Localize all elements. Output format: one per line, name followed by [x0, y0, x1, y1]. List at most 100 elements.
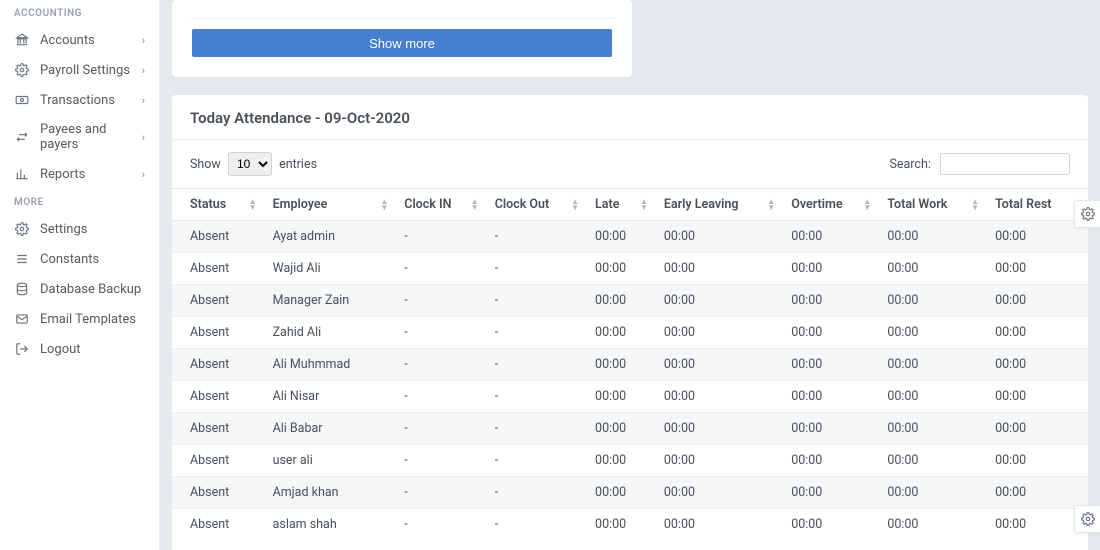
table-cell: 00:00	[654, 445, 781, 477]
table-cell: 00:00	[985, 509, 1088, 541]
table-cell: aslam shah	[263, 509, 395, 541]
sidebar-item-label: Settings	[40, 222, 87, 237]
sidebar-item-settings[interactable]: Settings	[0, 214, 159, 244]
table-row: Absentuser ali--00:0000:0000:0000:0000:0…	[172, 445, 1088, 477]
column-header[interactable]: Total Work▲▼	[877, 189, 985, 221]
table-cell: 00:00	[781, 285, 877, 317]
table-cell: 00:00	[654, 221, 781, 253]
mail-icon	[14, 311, 30, 327]
table-cell: 00:00	[781, 413, 877, 445]
column-header[interactable]: Early Leaving ▲▼	[654, 189, 781, 221]
table-cell: 00:00	[585, 253, 654, 285]
table-cell: 00:00	[585, 477, 654, 509]
sidebar-item-label: Database Backup	[40, 282, 141, 297]
column-header[interactable]: Status▲▼	[172, 189, 263, 221]
gear-icon	[14, 62, 30, 78]
table-cell: -	[485, 349, 585, 381]
sidebar-item-reports[interactable]: Reports ›	[0, 159, 159, 189]
table-cell: 00:00	[877, 413, 985, 445]
column-label: Employee	[273, 197, 328, 212]
sidebar-item-label: Payees and payers	[40, 122, 132, 152]
length-suffix: entries	[279, 157, 317, 172]
sidebar-item-database-backup[interactable]: Database Backup	[0, 274, 159, 304]
sidebar-item-email-templates[interactable]: Email Templates	[0, 304, 159, 334]
entries-select[interactable]: 10	[228, 152, 272, 176]
column-label: Late	[595, 197, 619, 212]
table-cell: 00:00	[654, 413, 781, 445]
column-header[interactable]: Clock Out▲▼	[485, 189, 585, 221]
sidebar-item-accounts[interactable]: Accounts ›	[0, 25, 159, 55]
show-more-button[interactable]: Show more	[192, 29, 612, 57]
table-cell: Absent	[172, 413, 263, 445]
table-cell: 00:00	[877, 445, 985, 477]
sidebar-section-more: MORE	[0, 195, 159, 214]
table-cell: -	[394, 445, 484, 477]
table-cell: 00:00	[654, 317, 781, 349]
table-cell: -	[394, 509, 484, 541]
table-cell: 00:00	[781, 381, 877, 413]
sort-icon: ▲▼	[767, 199, 775, 211]
table-cell: -	[485, 445, 585, 477]
table-cell: 00:00	[585, 317, 654, 349]
sidebar-item-payroll-settings[interactable]: Payroll Settings›	[0, 55, 159, 85]
table-row: AbsentAli Muhmmad--00:0000:0000:0000:000…	[172, 349, 1088, 381]
table-cell: 00:00	[781, 317, 877, 349]
table-cell: Absent	[172, 253, 263, 285]
sort-icon: ▲▼	[863, 199, 871, 211]
table-cell: -	[394, 477, 484, 509]
table-cell: -	[485, 413, 585, 445]
table-cell: 00:00	[877, 221, 985, 253]
table-cell: 00:00	[877, 253, 985, 285]
database-icon	[14, 281, 30, 297]
table-cell: -	[394, 349, 484, 381]
search-input[interactable]	[940, 153, 1070, 175]
sort-icon: ▲▼	[471, 199, 479, 211]
sort-icon: ▲▼	[640, 199, 648, 211]
table-row: AbsentZahid Ali--00:0000:0000:0000:0000:…	[172, 317, 1088, 349]
sidebar-item-label: Transactions	[40, 93, 115, 108]
settings-gear-button-1[interactable]	[1074, 200, 1100, 228]
table-cell: -	[485, 477, 585, 509]
table-cell: -	[485, 509, 585, 541]
main-content: Show more Today Attendance - 09-Oct-2020…	[160, 0, 1100, 550]
column-header[interactable]: Overtime▲▼	[781, 189, 877, 221]
table-cell: 00:00	[585, 413, 654, 445]
top-card: Show more	[172, 0, 632, 77]
column-header[interactable]: Late ▲▼	[585, 189, 654, 221]
chevron-right-icon: ›	[142, 34, 145, 47]
table-cell: 00:00	[654, 509, 781, 541]
chevron-right-icon: ›	[142, 168, 145, 181]
column-label: Clock Out	[495, 197, 550, 212]
gear-icon	[14, 221, 30, 237]
table-cell: Manager Zain	[263, 285, 395, 317]
table-cell: 00:00	[877, 381, 985, 413]
bank-icon	[14, 32, 30, 48]
sidebar-item-transactions[interactable]: Transactions›	[0, 85, 159, 115]
table-cell: 00:00	[781, 221, 877, 253]
sidebar-item-logout[interactable]: Logout	[0, 334, 159, 364]
bar-chart-icon	[14, 166, 30, 182]
table-cell: 00:00	[985, 221, 1088, 253]
column-header[interactable]: Employee▲▼	[263, 189, 395, 221]
table-cell: 00:00	[585, 381, 654, 413]
column-label: Early Leaving	[664, 197, 739, 212]
table-cell: -	[485, 285, 585, 317]
table-cell: Absent	[172, 477, 263, 509]
sidebar-item-label: Reports	[40, 167, 85, 182]
sidebar-item-payees-and-payers[interactable]: Payees and payers›	[0, 115, 159, 159]
table-cell: Absent	[172, 285, 263, 317]
table-row: AbsentAyat admin--00:0000:0000:0000:0000…	[172, 221, 1088, 253]
sidebar-item-constants[interactable]: Constants	[0, 244, 159, 274]
table-controls: Show 10 entries Search:	[172, 140, 1088, 188]
table-row: AbsentWajid Ali--00:0000:0000:0000:0000:…	[172, 253, 1088, 285]
table-cell: 00:00	[985, 477, 1088, 509]
column-header[interactable]: Total Rest▲▼	[985, 189, 1088, 221]
column-header[interactable]: Clock IN▲▼	[394, 189, 484, 221]
table-cell: 00:00	[985, 285, 1088, 317]
sidebar-item-label: Accounts	[40, 33, 95, 48]
table-cell: -	[485, 317, 585, 349]
table-cell: Ayat admin	[263, 221, 395, 253]
settings-gear-button-2[interactable]	[1074, 505, 1100, 533]
sidebar-item-label: Email Templates	[40, 312, 136, 327]
table-cell: 00:00	[585, 445, 654, 477]
